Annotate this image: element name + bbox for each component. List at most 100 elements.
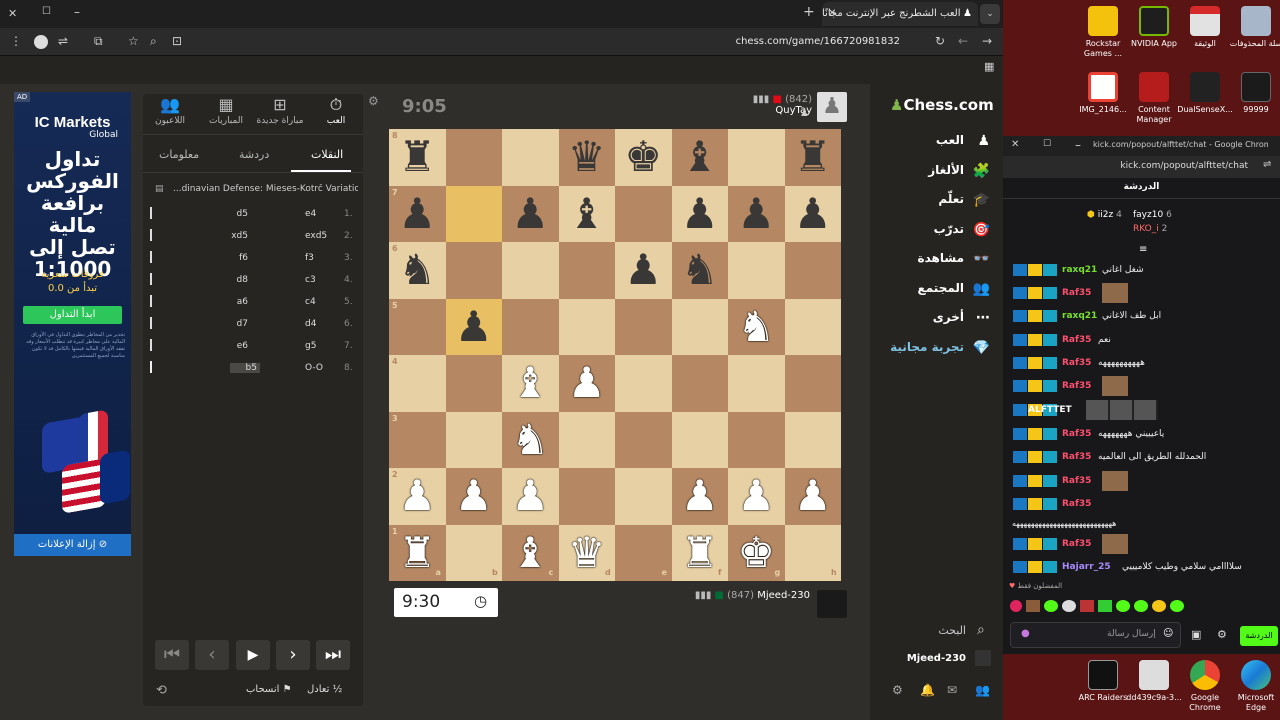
chat-message[interactable]: Raf35 — [1010, 283, 1275, 303]
black-move[interactable]: d8 — [218, 275, 248, 285]
square-h6[interactable] — [784, 242, 841, 299]
play-button[interactable]: ▶ — [236, 640, 270, 670]
resign-button[interactable]: انسحاب ⚑ — [246, 684, 292, 695]
white-move[interactable]: g5 — [305, 341, 335, 351]
new-tab-icon[interactable]: + — [803, 4, 815, 20]
black-pawn-icon[interactable]: ♟ — [672, 186, 729, 243]
bottom-player-avatar[interactable] — [817, 590, 847, 618]
move-row[interactable]: 7. g5 e6 — [150, 337, 355, 359]
white-knight-icon[interactable]: ♞ — [728, 299, 785, 356]
white-move[interactable]: exd5 — [305, 231, 335, 241]
square-c5[interactable] — [502, 298, 559, 355]
black-pawn-icon[interactable]: ♟ — [785, 186, 842, 243]
chat-username[interactable]: Raf35 — [1062, 499, 1091, 509]
square-g8[interactable] — [728, 129, 785, 186]
square-d2[interactable] — [558, 468, 615, 525]
chat-username[interactable]: Raf35 — [1062, 429, 1091, 439]
arc-raiders-icon[interactable]: ARC Raiders — [1075, 660, 1131, 703]
forward-icon[interactable]: ← — [958, 34, 968, 48]
chess-board[interactable]: ♜ ♛ ♚ ♝ ♜ ♟ ♟ ♝ ♟ ♟ ♟ ♞ ♟ ♞ ♟ ♞ ♝ ♟ ♞ ♟ ♟ ♟ ♟ ♟ ♟ ♜ ♝ ♛ ♜ ♚ 8 7 6 5 4 3 2 1 a b… — [389, 129, 841, 581]
maximize-icon[interactable]: ☐ — [42, 6, 51, 17]
square-b7[interactable] — [445, 185, 502, 242]
white-move[interactable]: e4 — [305, 209, 335, 219]
tab-share-icon[interactable]: ⧉ — [94, 34, 103, 49]
last-move-button[interactable]: ⏭ — [316, 640, 350, 670]
square-f3[interactable] — [671, 411, 728, 468]
chat-message[interactable]: Raf35 — [1010, 471, 1275, 491]
chat-minimize-icon[interactable]: – — [1075, 138, 1081, 152]
top-player-avatar[interactable]: ♟ — [817, 92, 847, 122]
subtab-moves[interactable]: النقلات — [311, 148, 343, 161]
ad-banner[interactable]: AD IC Markets Global تداول الفوركس برافع… — [14, 92, 131, 556]
emoji-icon[interactable]: ☺ — [1163, 628, 1173, 639]
image-file-icon[interactable]: IMG_2146... — [1075, 72, 1131, 115]
bottom-player-info[interactable]: ▮▮▮ ■ (847) Mjeed-230 — [694, 590, 810, 601]
microsoft-edge-icon[interactable]: Microsoft Edge — [1228, 660, 1280, 713]
chat-message[interactable]: Raf35 ههههههههههه — [1010, 355, 1275, 373]
white-pawn-icon[interactable]: ♟ — [785, 468, 842, 525]
mail-icon[interactable]: ✉ — [947, 683, 957, 697]
square-e2[interactable] — [615, 468, 672, 525]
content-manager-icon[interactable]: Content Manager — [1126, 72, 1182, 125]
send-chat-button[interactable]: الدردشة — [1240, 626, 1278, 646]
square-e7[interactable] — [615, 185, 672, 242]
gift-icon[interactable]: ▣ — [1191, 628, 1201, 641]
file-icon[interactable]: dd439c9a-3... — [1126, 660, 1182, 703]
move-row[interactable]: 2. exd5 xd5 — [150, 227, 355, 249]
white-move[interactable]: O-O — [305, 363, 335, 373]
recycle-bin-icon[interactable]: سلة المحذوفات — [1228, 6, 1280, 49]
chat-username[interactable]: Raf35 — [1062, 335, 1091, 345]
black-queen-icon[interactable]: ♛ — [559, 129, 616, 186]
next-move-button[interactable]: › — [276, 640, 310, 670]
search-icon[interactable]: ⌕ — [977, 622, 985, 638]
ad-cta-button[interactable]: ابدأ التداول — [23, 306, 122, 324]
chat-username[interactable]: Raf35 — [1062, 358, 1091, 368]
grid-apps-icon[interactable]: ▦ — [984, 60, 994, 73]
chat-url[interactable]: kick.com/popout/alfttet/chat — [1103, 161, 1248, 171]
tab-search-icon[interactable]: ⌄ — [980, 4, 1000, 24]
square-h5[interactable] — [784, 298, 841, 355]
square-e4[interactable] — [615, 355, 672, 412]
leader-2[interactable]: fayz10 6 — [1133, 210, 1172, 220]
google-chrome-icon[interactable]: Google Chrome — [1177, 660, 1233, 713]
black-pawn-icon[interactable]: ♟ — [728, 186, 785, 243]
profile-icon[interactable] — [34, 35, 48, 49]
emote-bar[interactable] — [1010, 598, 1195, 616]
dualsensex-icon[interactable]: DualSenseX... — [1177, 72, 1233, 115]
chat-username[interactable]: Raf35 — [1062, 288, 1091, 298]
white-bishop-icon[interactable]: ♝ — [502, 355, 559, 412]
chat-username[interactable]: Raf35 — [1062, 476, 1091, 486]
extensions-icon[interactable]: ⇌ — [58, 34, 68, 48]
square-e3[interactable] — [615, 411, 672, 468]
chat-username[interactable]: Raf35 — [1062, 539, 1091, 549]
square-b3[interactable] — [445, 411, 502, 468]
rockstar-icon[interactable]: Rockstar Games ... — [1075, 6, 1131, 59]
white-pawn-icon[interactable]: ♟ — [672, 468, 729, 525]
square-c8[interactable] — [502, 129, 559, 186]
zoom-icon[interactable]: ⌕ — [150, 34, 157, 49]
mic-icon[interactable]: ● — [1021, 628, 1030, 639]
chat-username[interactable]: raxq21 — [1062, 265, 1097, 275]
leader-3[interactable]: RKO_i 2 — [1133, 224, 1167, 234]
square-d6[interactable] — [558, 242, 615, 299]
move-row[interactable]: 6. d4 d7 — [150, 315, 355, 337]
black-move[interactable]: a6 — [218, 297, 248, 307]
white-move[interactable]: c3 — [305, 275, 335, 285]
white-pawn-icon[interactable]: ♟ — [559, 355, 616, 412]
black-pawn-icon[interactable]: ♟ — [615, 242, 672, 299]
black-bishop-icon[interactable]: ♝ — [559, 186, 616, 243]
chat-message[interactable]: Raf35 الحمدلله الطريق الى العالميه — [1010, 449, 1275, 467]
url-field[interactable]: chess.com/game/166720981832 — [700, 36, 900, 47]
tab-chess[interactable]: العب الشطرنج عبر الإنترنت مجانًا ♟ ✕ — [822, 2, 978, 26]
black-move[interactable]: xd5 — [218, 231, 248, 241]
chat-username[interactable]: Raf35 — [1062, 452, 1091, 462]
chat-message[interactable]: raxq21 ابل طف الاغاني — [1010, 308, 1275, 326]
white-pawn-icon[interactable]: ♟ — [446, 468, 503, 525]
flip-board-icon[interactable]: ⟲ — [156, 683, 167, 698]
black-move[interactable]: e6 — [218, 341, 248, 351]
nvidia-icon[interactable]: NVIDIA App — [1126, 6, 1182, 49]
white-pawn-icon[interactable]: ♟ — [502, 468, 559, 525]
user-name[interactable]: Mjeed-230 — [900, 653, 966, 664]
square-d5[interactable] — [558, 298, 615, 355]
chat-username[interactable]: ALFTTET — [1028, 405, 1072, 415]
